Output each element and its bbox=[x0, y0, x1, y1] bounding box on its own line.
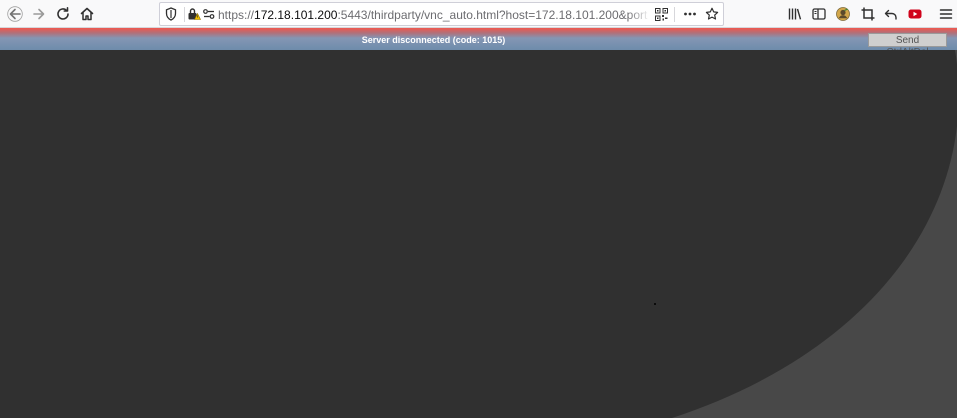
youtube-extension-button[interactable] bbox=[903, 2, 927, 26]
extension-avatar-button[interactable] bbox=[831, 2, 855, 26]
undo-arrow-icon bbox=[883, 6, 899, 22]
screenshot-crop-icon bbox=[860, 6, 876, 22]
library-icon bbox=[787, 6, 803, 22]
cursor-dot bbox=[654, 303, 656, 305]
browser-toolbar: https://172.18.101.200:5443/thirdparty/v… bbox=[0, 0, 957, 28]
url-text[interactable]: https://172.18.101.200:5443/thirdparty/v… bbox=[218, 7, 648, 23]
url-bar-separator-2 bbox=[674, 7, 675, 22]
url-scheme: https:// bbox=[218, 8, 255, 22]
send-ctrl-alt-del-button[interactable]: Send CtrlAltDel bbox=[868, 33, 947, 58]
insecure-lock-warning-icon[interactable] bbox=[187, 7, 201, 21]
forward-arrow-icon bbox=[31, 6, 47, 22]
forward-button[interactable] bbox=[27, 2, 51, 26]
vnc-status-message: Server disconnected (code: 1015) bbox=[361, 35, 506, 45]
vnc-background-shape bbox=[0, 50, 957, 418]
site-permissions-icon[interactable] bbox=[202, 7, 216, 21]
bookmark-star-icon[interactable] bbox=[705, 7, 719, 21]
app-menu-button[interactable] bbox=[934, 2, 957, 26]
vnc-screen[interactable] bbox=[0, 50, 957, 418]
qr-code-icon[interactable] bbox=[654, 7, 668, 21]
home-icon bbox=[79, 6, 95, 22]
url-fade bbox=[628, 5, 650, 24]
library-button[interactable] bbox=[783, 2, 807, 26]
url-bar[interactable]: https://172.18.101.200:5443/thirdparty/v… bbox=[159, 2, 724, 26]
hamburger-menu-icon bbox=[938, 6, 954, 22]
tracking-protection-shield-icon[interactable] bbox=[164, 7, 178, 21]
screenshot-button[interactable] bbox=[856, 2, 880, 26]
vnc-status-bar: Server disconnected (code: 1015) bbox=[0, 28, 957, 50]
reload-icon bbox=[55, 6, 71, 22]
sidebar-button[interactable] bbox=[807, 2, 831, 26]
undo-button[interactable] bbox=[879, 2, 903, 26]
reload-button[interactable] bbox=[51, 2, 75, 26]
home-button[interactable] bbox=[75, 2, 99, 26]
url-host: 172.18.101.200 bbox=[254, 8, 338, 22]
back-arrow-icon bbox=[7, 6, 23, 22]
extension-avatar-icon bbox=[835, 6, 851, 22]
page-actions-more-icon[interactable] bbox=[683, 7, 697, 21]
youtube-extension-icon bbox=[907, 6, 923, 22]
url-path: :5443/thirdparty/vnc_auto.html?host=172.… bbox=[337, 8, 648, 22]
back-button[interactable] bbox=[3, 2, 27, 26]
sidebar-icon bbox=[811, 6, 827, 22]
url-bar-separator bbox=[184, 7, 185, 22]
